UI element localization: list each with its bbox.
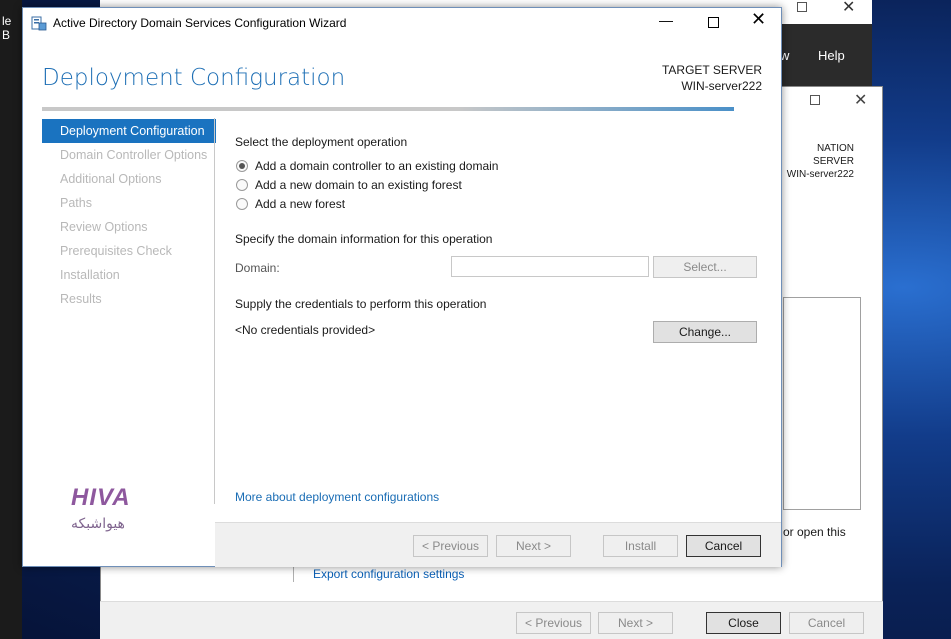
nav-divider: [214, 118, 215, 504]
wizard-nav: Deployment Configuration Domain Controll…: [42, 119, 216, 311]
deployment-operation-label: Select the deployment operation: [235, 135, 408, 149]
radio-label: Add a new forest: [255, 197, 346, 211]
background-window-edge: le B: [0, 0, 22, 639]
previous-button[interactable]: < Previous: [516, 612, 591, 634]
change-credentials-button[interactable]: Change...: [653, 321, 757, 343]
maximize-icon[interactable]: [810, 95, 820, 105]
nav-item-paths[interactable]: Paths: [42, 191, 216, 215]
radio-button[interactable]: [236, 198, 248, 210]
radio-button-checked[interactable]: [236, 160, 248, 172]
nav-item-domain-controller-options[interactable]: Domain Controller Options: [42, 143, 216, 167]
nav-item-results[interactable]: Results: [42, 287, 216, 311]
target-server-info: TARGET SERVER WIN-server222: [662, 62, 762, 94]
ad-ds-configuration-wizard: Active Directory Domain Services Configu…: [22, 7, 782, 567]
open-text: or open this: [783, 525, 846, 539]
close-icon[interactable]: ✕: [854, 90, 867, 110]
watermark-brand: HIVA: [71, 484, 131, 511]
minimize-icon[interactable]: —: [659, 12, 673, 28]
window-title: Active Directory Domain Services Configu…: [53, 16, 347, 30]
export-configuration-link[interactable]: Export configuration settings: [313, 567, 464, 581]
divider: [293, 566, 294, 582]
close-icon[interactable]: ✕: [751, 9, 766, 30]
results-box: [783, 297, 861, 510]
heading-divider: [42, 107, 734, 111]
radio-label: Add a new domain to an existing forest: [255, 178, 462, 192]
nav-item-installation[interactable]: Installation: [42, 263, 216, 287]
domain-input[interactable]: [451, 256, 649, 277]
radio-button[interactable]: [236, 179, 248, 191]
destination-server-label: NATION SERVER: [813, 143, 854, 167]
next-button[interactable]: Next >: [496, 535, 571, 557]
cancel-button[interactable]: Cancel: [789, 612, 864, 634]
more-about-deployment-link[interactable]: More about deployment configurations: [235, 490, 439, 504]
previous-button[interactable]: < Previous: [413, 535, 488, 557]
nav-item-review-options[interactable]: Review Options: [42, 215, 216, 239]
page-title: Deployment Configuration: [42, 65, 346, 91]
watermark-subtitle: هیواشبکه: [71, 516, 125, 532]
maximize-icon[interactable]: [708, 17, 719, 28]
select-domain-button[interactable]: Select...: [653, 256, 757, 278]
domain-field-label: Domain:: [235, 261, 280, 275]
maximize-icon[interactable]: [797, 2, 807, 12]
nav-item-additional-options[interactable]: Additional Options: [42, 167, 216, 191]
watermark-logo: HIVA هیواشبکه: [53, 478, 153, 558]
wizard-app-icon: [31, 16, 47, 31]
nav-item-deployment-configuration[interactable]: Deployment Configuration: [42, 119, 216, 143]
title-bar[interactable]: Active Directory Domain Services Configu…: [23, 8, 781, 38]
cancel-button[interactable]: Cancel: [686, 535, 761, 557]
radio-add-new-domain[interactable]: Add a new domain to an existing forest: [236, 178, 462, 192]
close-button[interactable]: Close: [706, 612, 781, 634]
domain-info-label: Specify the domain information for this …: [235, 232, 493, 246]
credentials-label: Supply the credentials to perform this o…: [235, 297, 487, 311]
close-icon[interactable]: ✕: [842, 0, 855, 17]
menu-help[interactable]: Help: [818, 48, 845, 63]
nav-item-prerequisites-check[interactable]: Prerequisites Check: [42, 239, 216, 263]
destination-server-name: WIN-server222: [786, 169, 854, 180]
destination-server-info: NATION SERVER WIN-server222: [782, 142, 854, 181]
credentials-status: <No credentials provided>: [235, 323, 376, 337]
install-button[interactable]: Install: [603, 535, 678, 557]
target-server-label: TARGET SERVER: [661, 63, 762, 77]
background-window-text: le B: [2, 14, 12, 42]
radio-add-new-forest[interactable]: Add a new forest: [236, 197, 345, 211]
radio-label: Add a domain controller to an existing d…: [255, 159, 499, 173]
target-server-name: WIN-server222: [681, 79, 762, 93]
next-button[interactable]: Next >: [598, 612, 673, 634]
radio-add-domain-controller[interactable]: Add a domain controller to an existing d…: [236, 159, 498, 173]
